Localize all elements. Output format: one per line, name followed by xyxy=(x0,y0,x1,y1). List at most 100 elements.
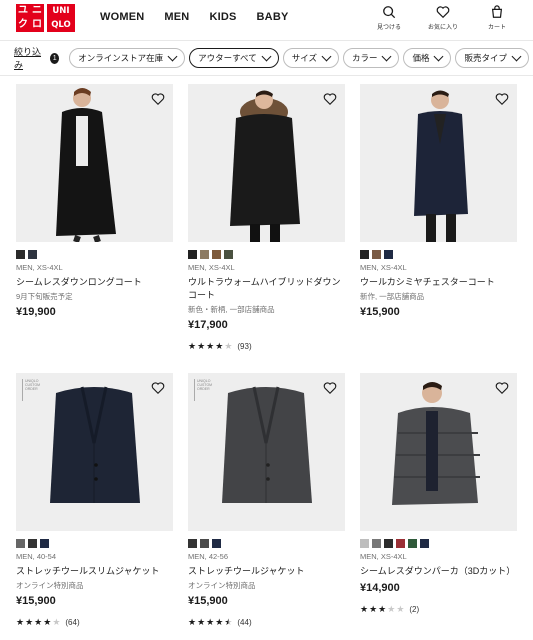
cart-button[interactable]: カート xyxy=(477,5,517,31)
product-rating[interactable]: ★ ★ ★ ★ ★ (2) xyxy=(360,604,517,615)
product-card[interactable]: MEN, XS-4XL シームレスダウンロングコート 9月下旬販売予定 ¥19,900 xyxy=(16,84,173,318)
product-rating[interactable]: ★ ★ ★ ★ ★ (64) xyxy=(16,617,173,628)
product-name[interactable]: シームレスダウンパーカ（3Dカット） xyxy=(360,565,517,578)
favorite-heart-icon[interactable] xyxy=(151,381,165,395)
product-note: 9月下旬販売予定 xyxy=(16,292,73,301)
favorite-heart-icon[interactable] xyxy=(151,92,165,106)
chip-label: オンラインストア在庫 xyxy=(78,53,164,63)
color-swatch[interactable] xyxy=(360,250,369,259)
color-swatch[interactable] xyxy=(212,250,221,259)
filter-chip-sales-type[interactable]: 販売タイプ xyxy=(455,48,529,68)
color-swatch[interactable] xyxy=(408,539,417,548)
site-header: ユ ニ ク ロ UNI QLO WOMEN MEN KIDS BABY 見つける… xyxy=(0,0,533,38)
color-swatch[interactable] xyxy=(384,250,393,259)
favorites-button[interactable]: お気に入り xyxy=(423,5,463,31)
uniqlo-logo[interactable]: ユ ニ ク ロ UNI QLO xyxy=(16,4,75,32)
product-rating[interactable]: ★ ★ ★ ★ ★ (93) xyxy=(188,341,345,352)
color-swatch[interactable] xyxy=(16,250,25,259)
color-swatches xyxy=(360,250,517,259)
chevron-down-icon xyxy=(511,51,522,61)
logo-char: ロ xyxy=(32,19,42,30)
color-swatch[interactable] xyxy=(200,539,209,548)
narrow-down-link[interactable]: 絞り込み xyxy=(14,45,44,71)
chip-label: アウターすべて xyxy=(198,53,257,63)
color-swatch[interactable] xyxy=(420,539,429,548)
color-swatch[interactable] xyxy=(224,250,233,259)
filter-chip-size[interactable]: サイズ xyxy=(282,48,339,68)
favorite-heart-icon[interactable] xyxy=(495,92,509,106)
favorite-heart-icon[interactable] xyxy=(323,92,337,106)
favorites-label: お気に入り xyxy=(427,25,458,31)
star-icon: ★ xyxy=(215,341,225,351)
product-name[interactable]: ストレッチウールスリムジャケット xyxy=(16,565,173,578)
color-swatch[interactable] xyxy=(372,250,381,259)
product-price: ¥15,900 xyxy=(16,595,56,607)
product-image[interactable] xyxy=(188,84,345,242)
product-image[interactable] xyxy=(360,84,517,242)
product-image[interactable]: UNIQLO CUSTOM ORDER xyxy=(16,373,173,531)
product-card[interactable]: MEN, XS-4XL ウールカシミヤチェスターコート 新作, 一部店舗商品 ¥15,… xyxy=(360,84,517,318)
product-name[interactable]: ウルトラウォームハイブリッドダウンコート xyxy=(188,276,345,302)
logo-latin-block: UNI QLO xyxy=(47,4,75,32)
chip-label: 価格 xyxy=(412,53,430,63)
product-image[interactable] xyxy=(16,84,173,242)
filter-chip-outer-all[interactable]: アウターすべて xyxy=(189,48,279,68)
product-meta: MEN, XS-4XL xyxy=(360,552,407,561)
color-swatch[interactable] xyxy=(188,250,197,259)
favorite-heart-icon[interactable] xyxy=(323,381,337,395)
nav-men[interactable]: MEN xyxy=(164,11,189,23)
color-swatch[interactable] xyxy=(212,539,221,548)
color-swatches xyxy=(188,539,345,548)
search-label: 見つける xyxy=(376,25,401,31)
star-icon: ★ xyxy=(206,341,216,351)
favorite-heart-icon[interactable] xyxy=(495,381,509,395)
product-meta: MEN, XS-4XL xyxy=(16,263,63,272)
star-icon: ★ xyxy=(25,617,35,627)
color-swatch[interactable] xyxy=(200,250,209,259)
product-price: ¥14,900 xyxy=(360,582,400,594)
search-button[interactable]: 見つける xyxy=(369,5,409,31)
chip-label: サイズ xyxy=(291,53,317,63)
product-card[interactable]: UNIQLO CUSTOM ORDER MEN, 42-56 ストレッチウールジャケ… xyxy=(188,373,345,628)
cart-icon xyxy=(491,5,503,18)
color-swatch[interactable] xyxy=(16,539,25,548)
color-swatch[interactable] xyxy=(396,539,405,548)
product-card[interactable]: MEN, XS-4XL シームレスダウンパーカ（3Dカット） ¥14,900 ★ ★ ★ ★… xyxy=(360,373,517,615)
product-rating[interactable]: ★ ★ ★ ★ ★ (44) xyxy=(188,617,345,628)
color-swatch[interactable] xyxy=(360,539,369,548)
color-swatch[interactable] xyxy=(28,250,37,259)
product-name[interactable]: ストレッチウールジャケット xyxy=(188,565,345,578)
product-image-model xyxy=(56,88,116,242)
product-name[interactable]: シームレスダウンロングコート xyxy=(16,276,173,289)
product-image-model xyxy=(230,90,300,242)
nav-baby[interactable]: BABY xyxy=(257,11,289,23)
color-swatch[interactable] xyxy=(40,539,49,548)
product-meta: MEN, XS-4XL xyxy=(360,263,407,272)
product-card[interactable]: MEN, XS-4XL ウルトラウォームハイブリッドダウンコート 新色・新柄, 一部… xyxy=(188,84,345,352)
logo-katakana-block: ユ ニ ク ロ xyxy=(16,4,44,32)
color-swatches xyxy=(188,250,345,259)
filter-chip-color[interactable]: カラー xyxy=(342,48,400,68)
chevron-down-icon xyxy=(321,51,332,61)
color-swatch[interactable] xyxy=(384,539,393,548)
color-swatch[interactable] xyxy=(28,539,37,548)
filter-chip-store-stock[interactable]: オンラインストア在庫 xyxy=(69,48,186,68)
star-empty-icon: ★ xyxy=(52,617,62,627)
product-meta: MEN, XS-4XL xyxy=(188,263,235,272)
color-swatch[interactable] xyxy=(372,539,381,548)
product-price: ¥15,900 xyxy=(188,595,228,607)
nav-women[interactable]: WOMEN xyxy=(100,11,144,23)
product-image[interactable]: UNIQLO CUSTOM ORDER xyxy=(188,373,345,531)
product-note: 新作, 一部店舗商品 xyxy=(360,292,425,301)
product-image[interactable] xyxy=(360,373,517,531)
product-card[interactable]: UNIQLO CUSTOM ORDER MEN, 40-54 ストレッチウールスリム… xyxy=(16,373,173,628)
star-icon: ★ xyxy=(206,617,216,627)
star-empty-icon: ★ xyxy=(387,604,397,614)
color-swatch[interactable] xyxy=(188,539,197,548)
nav-kids[interactable]: KIDS xyxy=(209,11,236,23)
filter-chip-price[interactable]: 価格 xyxy=(403,48,452,68)
product-name[interactable]: ウールカシミヤチェスターコート xyxy=(360,276,517,289)
chip-label: 販売タイプ xyxy=(464,53,507,63)
custom-order-badge: UNIQLO CUSTOM ORDER xyxy=(22,379,40,401)
star-icon: ★ xyxy=(197,617,207,627)
